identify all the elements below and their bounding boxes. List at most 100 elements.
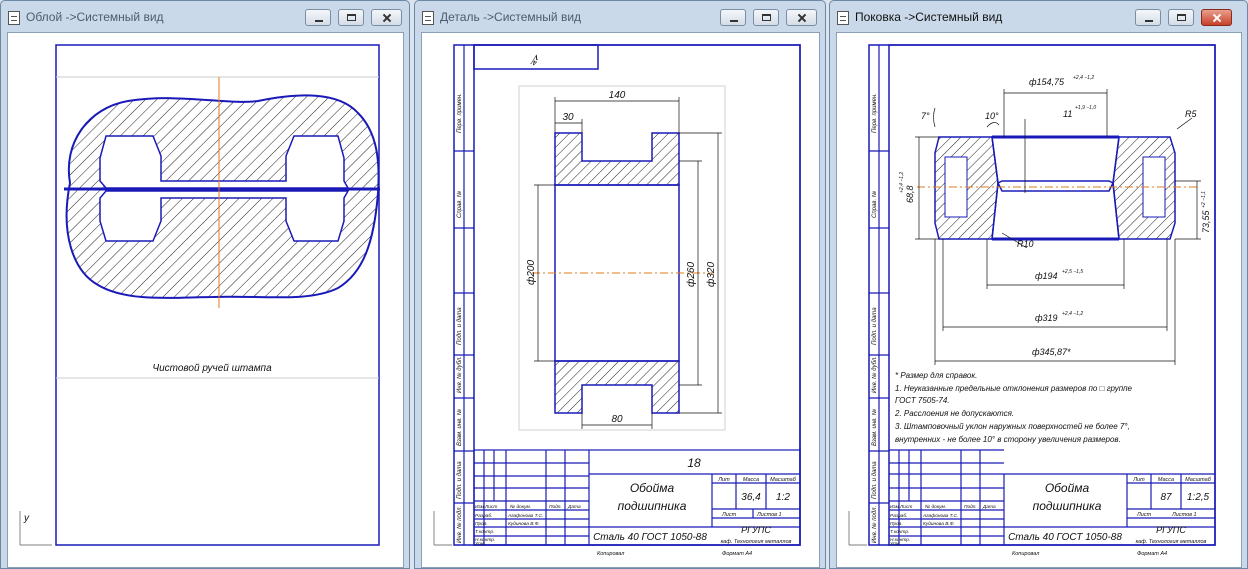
dim-r11-tol: +1,9 −1,0 (1075, 105, 1096, 111)
document-icon (837, 11, 849, 25)
note-line: 2. Расслоения не допускаются. (894, 409, 1014, 418)
dim-320: ф320 (705, 262, 717, 287)
drawing-canvas[interactable]: Чистовой ручей штампа y (7, 32, 404, 568)
document-icon (8, 11, 20, 25)
dim-140: 140 (609, 90, 626, 101)
dim-h68: 68,8 (905, 185, 915, 203)
window-pokovka[interactable]: Поковка ->Системный вид Перв. примен. Сп… (829, 0, 1248, 569)
lower-section (554, 360, 680, 414)
sheet-header: Лист (721, 512, 737, 518)
document-icon (422, 11, 434, 25)
hdr-podp: Подп. (964, 504, 977, 510)
maximize-button[interactable] (338, 9, 364, 26)
sheets-header: Листов 1 (1171, 512, 1197, 518)
side-label: Инв. № подл. (871, 506, 878, 543)
doc-number: 18 (687, 456, 701, 470)
dim-d319-tol: +2,4 −1,2 (1062, 311, 1083, 317)
note-line: ГОСТ 7505-74. (895, 396, 950, 405)
side-label: Подп. и дата (872, 307, 878, 345)
drawing-canvas[interactable]: Перв. примен. Справ. № Подп. и дата Инв.… (836, 32, 1242, 568)
dim-r5: R5 (1185, 109, 1197, 119)
row-prov: Пров. (890, 521, 903, 527)
row-utv: Утв. (890, 541, 901, 547)
window-obloy[interactable]: Облой ->Системный вид Чистовой ручей шта… (0, 0, 410, 569)
side-label: Взам. инв. № (456, 408, 463, 446)
hdr-ndoc: № докум. (510, 504, 531, 510)
row-prov: Пров. (475, 521, 488, 527)
dim-angle-10: 10° (985, 111, 999, 121)
part-name-line2: подшипника (1033, 499, 1102, 513)
note-line: 1. Неуказанные предельные отклонения раз… (895, 384, 1133, 393)
detal-drawing: ∜ Перв. примен. Справ. № Подп. и дата Ин… (433, 44, 801, 557)
hdr-data: Дата (982, 504, 996, 510)
dim-h73-tol: +2 −1,1 (1201, 191, 1207, 208)
checker: Кудинова В.Ф. (923, 521, 955, 527)
mass-header: Масса (1158, 477, 1174, 483)
dim-h68-tol: +2,4 −1,2 (899, 172, 905, 193)
dim-d194-tol: +2,5 −1,5 (1062, 269, 1083, 275)
side-label: Инв. № дубл. (871, 356, 878, 393)
dim-d319: ф319 (1035, 313, 1058, 323)
minimize-button[interactable] (1135, 9, 1161, 26)
side-label: Справ. № (871, 190, 878, 218)
material: Сталь 40 ГОСТ 1050-88 (1008, 532, 1122, 543)
title-bar[interactable]: Деталь ->Системный вид (415, 1, 825, 35)
author: Агафонова Т.С. (507, 513, 543, 519)
row-razrab: Разраб. (890, 513, 907, 519)
dim-d345: ф345,87* (1032, 347, 1071, 357)
hdr-ndoc: № докум. (925, 504, 946, 510)
lit-header: Лит (717, 477, 730, 483)
hdr-izm: Изм (475, 504, 485, 510)
window-title: Деталь ->Системный вид (440, 10, 582, 24)
dim-d154-tol: +2,4 −1,2 (1073, 75, 1094, 81)
kopiroval: Копировал (597, 551, 624, 557)
side-label: Инв. № подл. (456, 506, 463, 543)
technical-notes: * Размер для справок. 1. Неуказанные пре… (894, 371, 1133, 444)
window-title: Поковка ->Системный вид (855, 10, 1003, 24)
dim-d194: ф194 (1035, 271, 1058, 281)
web (996, 180, 1115, 192)
hdr-list: Лист (899, 504, 912, 510)
roughness-mark: ∜ (530, 52, 540, 66)
hdr-podp: Подп. (549, 504, 562, 510)
author: Агафонова Т.С. (922, 513, 958, 519)
material: Сталь 40 ГОСТ 1050-88 (593, 532, 707, 543)
close-button[interactable] (1201, 9, 1232, 26)
note-line: внутренних - не более 10° в сторону увел… (895, 435, 1121, 444)
axis-y-indicator: y (23, 513, 30, 524)
checker: Кудинова В.Ф. (508, 521, 540, 527)
close-button[interactable] (371, 9, 402, 26)
department: каф. Технология металлов (1136, 539, 1207, 545)
side-label: Перв. примен. (872, 93, 878, 133)
part-name-line2: подшипника (618, 499, 687, 513)
row-razrab: Разраб. (475, 513, 492, 519)
dim-260: ф260 (685, 262, 697, 287)
format: Формат А4 (722, 551, 752, 557)
title-bar[interactable]: Поковка ->Системный вид (830, 1, 1247, 35)
minimize-button[interactable] (720, 9, 746, 26)
side-label: Справ. № (456, 190, 463, 218)
note-line: 3. Штамповочный уклон наружных поверхнос… (895, 422, 1130, 431)
kopiroval: Копировал (1012, 551, 1039, 557)
window-title: Облой ->Системный вид (26, 10, 164, 24)
scale-value: 1:2,5 (1187, 492, 1210, 503)
maximize-button[interactable] (1168, 9, 1194, 26)
close-button[interactable] (786, 9, 817, 26)
drawing-canvas[interactable]: ∜ Перв. примен. Справ. № Подп. и дата Ин… (421, 32, 820, 568)
organization: РГУПС (1156, 525, 1186, 535)
dim-200: ф200 (525, 260, 537, 285)
maximize-button[interactable] (753, 9, 779, 26)
side-label: Инв. № дубл. (456, 356, 463, 393)
dim-r11: 11 (1063, 109, 1072, 119)
minimize-button[interactable] (305, 9, 331, 26)
dim-30: 30 (562, 112, 574, 123)
scale-header: Масштаб (770, 477, 797, 483)
dim-80: 80 (611, 414, 623, 425)
part-name-line1: Обойма (1045, 481, 1090, 495)
mass-value: 36,4 (741, 492, 761, 503)
mass-value: 87 (1160, 492, 1172, 503)
caption: Чистовой ручей штампа (152, 363, 272, 374)
window-detal[interactable]: Деталь ->Системный вид ∜ Перв. примен. С… (414, 0, 826, 569)
title-bar[interactable]: Облой ->Системный вид (1, 1, 409, 35)
dim-r10: R10 (1017, 239, 1034, 249)
